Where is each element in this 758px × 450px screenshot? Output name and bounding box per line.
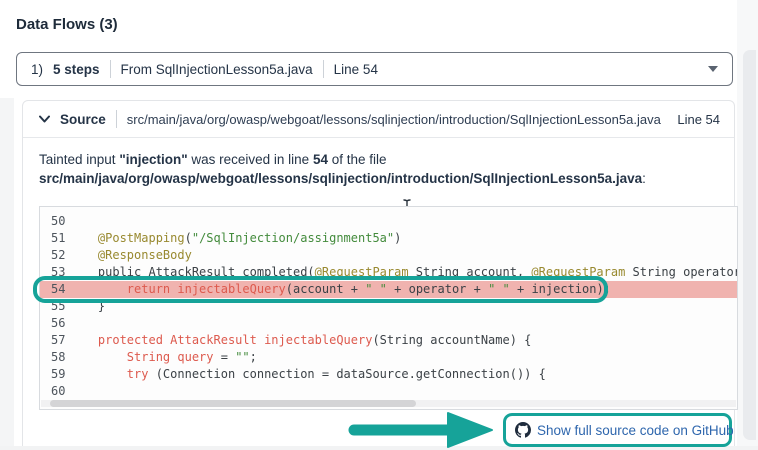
- desc-text: of the file: [328, 152, 387, 167]
- github-link[interactable]: Show full source code on GitHub: [503, 413, 732, 447]
- data-flow-selector[interactable]: 1) 5 steps From SqlInjectionLesson5a.jav…: [16, 52, 733, 86]
- source-section-title: Source: [60, 112, 106, 127]
- page-left-gutter: [0, 98, 14, 446]
- code-line-57: 57 protected AttackResult injectableQuer…: [40, 332, 737, 349]
- source-line-number: Line 54: [677, 112, 720, 127]
- code-text: @PostMapping("/SqlInjection/assignment5a…: [69, 230, 401, 247]
- code-text: }: [69, 298, 105, 315]
- divider: [323, 60, 324, 78]
- desc-text: was received in line: [188, 152, 313, 167]
- horizontal-scrollbar[interactable]: [41, 400, 736, 407]
- annotation-arrow-icon: [342, 409, 496, 450]
- divider: [116, 110, 117, 128]
- page-title: Data Flows (3): [16, 16, 118, 33]
- code-text: return injectableQuery(account + " " + o…: [69, 281, 611, 298]
- divider: [110, 60, 111, 78]
- data-flows-view: Data Flows (3) 1) 5 steps From SqlInject…: [0, 0, 758, 450]
- tainted-input-name: "injection": [119, 152, 187, 167]
- line-number: 51: [51, 230, 69, 247]
- code-line-54: 54 return injectableQuery(account + " " …: [40, 281, 737, 298]
- desc-text: Tainted input: [39, 152, 119, 167]
- line-number: 58: [51, 349, 69, 366]
- page-scrollbar[interactable]: [743, 50, 756, 440]
- flow-from: From SqlInjectionLesson5a.java: [121, 62, 313, 77]
- code-line-56: 56: [40, 315, 737, 332]
- line-number: 55: [51, 298, 69, 315]
- line-number: 54: [51, 281, 69, 298]
- code-text: protected AttackResult injectableQuery(S…: [69, 332, 531, 349]
- flow-index: 1): [31, 62, 43, 77]
- chevron-down-icon[interactable]: [39, 115, 50, 123]
- code-text: String query = "";: [69, 349, 257, 366]
- line-number: 60: [51, 383, 69, 400]
- flow-line: Line 54: [334, 62, 378, 77]
- source-file-path: src/main/java/org/owasp/webgoat/lessons/…: [127, 112, 661, 127]
- flow-steps: 5 steps: [53, 62, 100, 77]
- desc-file-path: src/main/java/org/owasp/webgoat/lessons/…: [39, 171, 642, 186]
- code-text: @ResponseBody: [69, 247, 192, 264]
- horizontal-scrollbar-thumb[interactable]: [50, 400, 416, 407]
- line-number: 50: [51, 213, 69, 230]
- github-icon: [515, 422, 531, 438]
- github-link-label: Show full source code on GitHub: [537, 423, 734, 438]
- code-line-60: 60: [40, 383, 737, 400]
- code-line-59: 59 try (Connection connection = dataSour…: [40, 366, 737, 383]
- chevron-down-icon: [708, 66, 718, 72]
- line-number: 53: [51, 264, 69, 281]
- code-line-58: 58 String query = "";: [40, 349, 737, 366]
- code-line-52: 52 @ResponseBody: [40, 247, 737, 264]
- code-line-51: 51 @PostMapping("/SqlInjection/assignmen…: [40, 230, 737, 247]
- code-text: try (Connection connection = dataSource.…: [69, 366, 546, 383]
- source-panel-header[interactable]: Source src/main/java/org/owasp/webgoat/l…: [23, 101, 734, 138]
- code-line-55: 55 }: [40, 298, 737, 315]
- line-number: 56: [51, 315, 69, 332]
- page-right-column: [737, 0, 758, 450]
- line-number: 57: [51, 332, 69, 349]
- code-line-50: 50: [40, 213, 737, 230]
- line-number: 52: [51, 247, 69, 264]
- code-viewer: 5051 @PostMapping("/SqlInjection/assignm…: [39, 206, 738, 410]
- source-panel: Source src/main/java/org/owasp/webgoat/l…: [22, 100, 735, 450]
- line-number: 59: [51, 366, 69, 383]
- desc-text: :: [642, 171, 646, 186]
- code-text: public AttackResult completed(@RequestPa…: [69, 264, 738, 281]
- code-line-53: 53 public AttackResult completed(@Reques…: [40, 264, 737, 281]
- taint-description: Tainted input "injection" was received i…: [39, 150, 729, 188]
- code-lines: 5051 @PostMapping("/SqlInjection/assignm…: [40, 207, 737, 400]
- desc-line-number: 54: [313, 152, 328, 167]
